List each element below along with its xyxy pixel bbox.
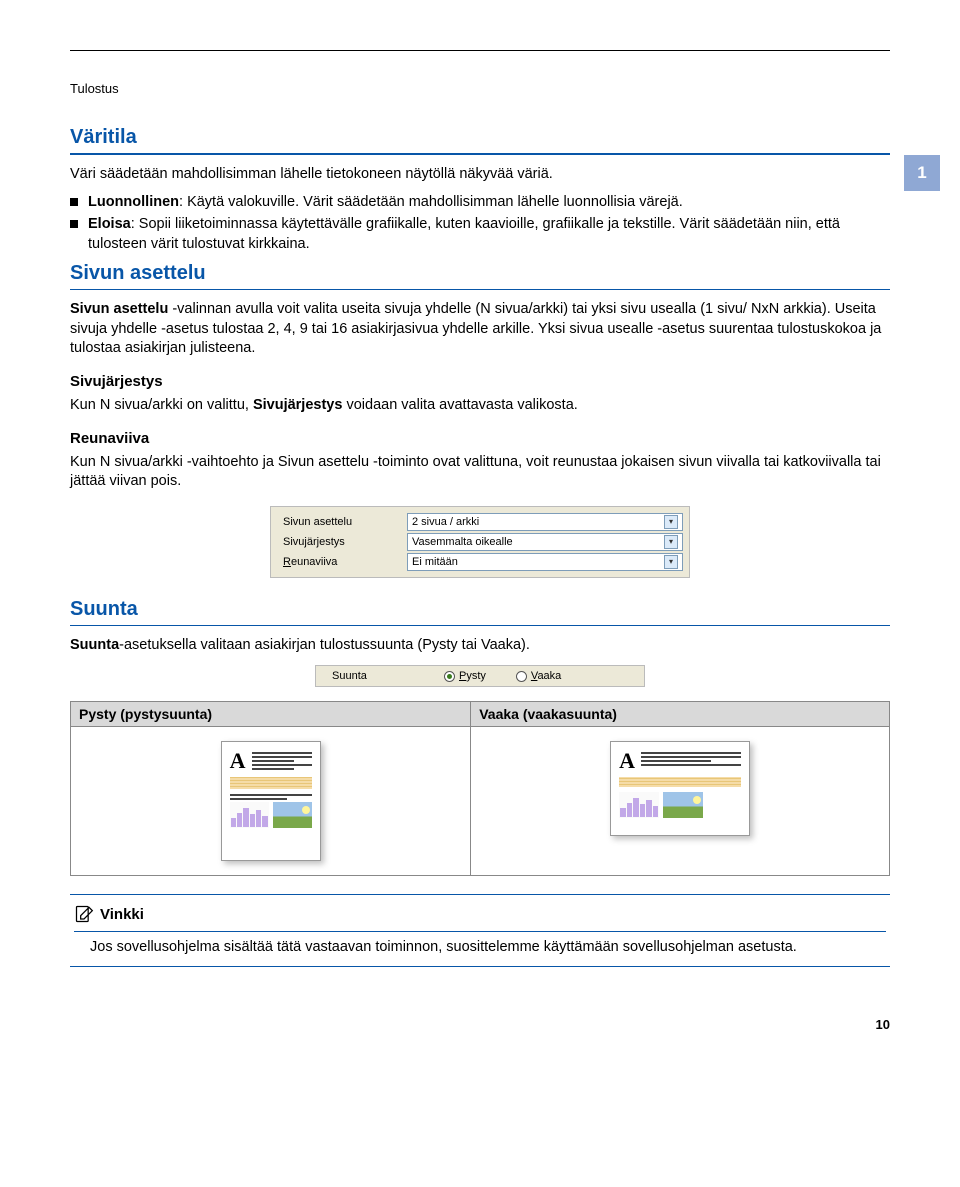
chevron-down-icon: ▾ bbox=[664, 535, 678, 549]
vinkki-note: Vinkki Jos sovellusohjelma sisältää tätä… bbox=[70, 894, 890, 967]
cell-vaaka-preview: A bbox=[471, 727, 890, 876]
radio-circle-icon bbox=[516, 671, 527, 682]
suunta-intro-bold: Suunta bbox=[70, 637, 119, 653]
panel-label-reunaviiva-rest: eunaviiva bbox=[291, 556, 337, 568]
radio-pysty-label: Pysty bbox=[459, 670, 486, 682]
vinkki-heading-row: Vinkki bbox=[74, 903, 886, 932]
breadcrumb: Tulostus bbox=[70, 81, 890, 96]
radio-vaaka-label: Vaaka bbox=[531, 670, 561, 682]
th-vaaka: Vaaka (vaakasuunta) bbox=[471, 702, 890, 727]
bullet-luonnollinen-text: : Käytä valokuville. Värit säädetään mah… bbox=[179, 194, 683, 210]
panel-row-reunaviiva: Reunaviiva Ei mitään ▾ bbox=[277, 553, 683, 571]
panel-label-sivujarjestys-pre: Sivu bbox=[283, 536, 304, 548]
orientation-radio-panel: Suunta Pysty Vaaka bbox=[315, 665, 645, 687]
vinkki-body: Jos sovellusohjelma sisältää tätä vastaa… bbox=[74, 938, 886, 958]
panel-label-reunaviiva: Reunaviiva bbox=[277, 556, 407, 568]
landscape-preview-icon: A bbox=[610, 741, 750, 836]
sivujarjestys-text-bold: Sivujärjestys bbox=[253, 397, 342, 413]
cell-pysty-preview: A bbox=[71, 727, 471, 876]
radio-dot-icon bbox=[444, 671, 455, 682]
panel-row-sivujarjestys: Sivujärjestys Vasemmalta oikealle ▾ bbox=[277, 533, 683, 551]
table-row: A bbox=[71, 727, 890, 876]
orientation-table: Pysty (pystysuunta) Vaaka (vaakasuunta) … bbox=[70, 701, 890, 876]
bullet-luonnollinen-label: Luonnollinen bbox=[88, 194, 179, 210]
heading-varitila: Väritila bbox=[70, 126, 890, 155]
select-reunaviiva-value: Ei mitään bbox=[412, 556, 458, 568]
suunta-intro-rest: -asetuksella valitaan asiakirjan tulostu… bbox=[119, 637, 530, 653]
select-reunaviiva[interactable]: Ei mitään ▾ bbox=[407, 553, 683, 571]
bullet-luonnollinen: Luonnollinen: Käytä valokuville. Värit s… bbox=[70, 193, 890, 213]
heading-sivun-asettelu: Sivun asettelu bbox=[70, 262, 890, 290]
sivujarjestys-text-post: voidaan valita avattavasta valikosta. bbox=[342, 397, 577, 413]
bullet-eloisa-label: Eloisa bbox=[88, 216, 131, 232]
sivun-asettelu-para: Sivun asettelu -valinnan avulla voit val… bbox=[70, 300, 890, 359]
varitila-intro: Väri säädetään mahdollisimman lähelle ti… bbox=[70, 165, 890, 185]
select-sivujarjestys-value: Vasemmalta oikealle bbox=[412, 536, 513, 548]
sivujarjestys-text-pre: Kun N sivua/arkki on valittu, bbox=[70, 397, 253, 413]
panel-label-reunaviiva-u: R bbox=[283, 556, 291, 568]
page-layout-panel: Sivun asettelu 2 sivua / arkki ▾ Sivujär… bbox=[270, 506, 690, 578]
panel-label-sivujarjestys-post: ärjestys bbox=[307, 536, 345, 548]
panel-row-sivun-asettelu: Sivun asettelu 2 sivua / arkki ▾ bbox=[277, 513, 683, 531]
portrait-preview-icon: A bbox=[221, 741, 321, 861]
sivun-asettelu-para-rest: -valinnan avulla voit valita useita sivu… bbox=[70, 301, 881, 356]
bullet-eloisa: Eloisa: Sopii liiketoiminnassa käytettäv… bbox=[70, 215, 890, 254]
select-sivun-asettelu-value: 2 sivua / arkki bbox=[412, 516, 479, 528]
th-pysty: Pysty (pystysuunta) bbox=[71, 702, 471, 727]
orientation-panel-label: Suunta bbox=[324, 670, 414, 682]
subhead-sivujarjestys: Sivujärjestys bbox=[70, 373, 890, 390]
bullet-eloisa-text: : Sopii liiketoiminnassa käytettävälle g… bbox=[88, 216, 840, 252]
subhead-reunaviiva: Reunaviiva bbox=[70, 430, 890, 447]
section-number-tab: 1 bbox=[904, 155, 940, 191]
vinkki-heading: Vinkki bbox=[100, 906, 144, 923]
radio-pysty[interactable]: Pysty bbox=[444, 670, 486, 682]
note-pencil-icon bbox=[74, 903, 94, 925]
sivun-asettelu-para-bold: Sivun asettelu bbox=[70, 301, 168, 317]
top-rule bbox=[70, 50, 890, 51]
chevron-down-icon: ▾ bbox=[664, 555, 678, 569]
page-number: 10 bbox=[70, 1017, 890, 1032]
panel-label-sivujarjestys: Sivujärjestys bbox=[277, 536, 407, 548]
table-row: Pysty (pystysuunta) Vaaka (vaakasuunta) bbox=[71, 702, 890, 727]
radio-pysty-rest: ysty bbox=[466, 670, 486, 682]
varitila-bullets: Luonnollinen: Käytä valokuville. Värit s… bbox=[70, 193, 890, 255]
select-sivun-asettelu[interactable]: 2 sivua / arkki ▾ bbox=[407, 513, 683, 531]
select-sivujarjestys[interactable]: Vasemmalta oikealle ▾ bbox=[407, 533, 683, 551]
reunaviiva-text: Kun N sivua/arkki -vaihtoehto ja Sivun a… bbox=[70, 453, 890, 492]
radio-vaaka-rest: aaka bbox=[537, 670, 561, 682]
panel-label-sivun-asettelu: Sivun asettelu bbox=[277, 516, 407, 528]
suunta-intro: Suunta-asetuksella valitaan asiakirjan t… bbox=[70, 636, 890, 656]
heading-suunta: Suunta bbox=[70, 598, 890, 626]
sivujarjestys-text: Kun N sivua/arkki on valittu, Sivujärjes… bbox=[70, 396, 890, 416]
radio-vaaka[interactable]: Vaaka bbox=[516, 670, 561, 682]
chevron-down-icon: ▾ bbox=[664, 515, 678, 529]
